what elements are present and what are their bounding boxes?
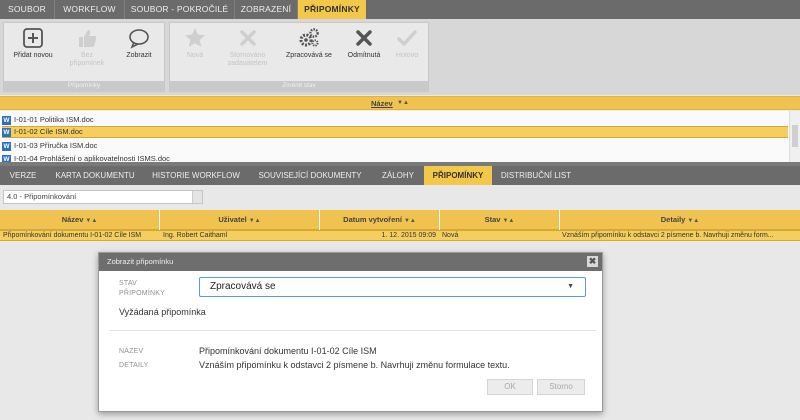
tab-pripominky[interactable]: PŘIPOMÍNKY [298,0,366,19]
state-cancelled-button[interactable]: Stornováno zadavatelem [220,27,275,68]
cell-datum: 1. 12. 2015 09:09 [381,232,437,239]
state-cancelled-label: Stornováno zadavatelem [227,52,268,67]
version-select-button[interactable] [192,191,202,203]
thumbs-up-icon [79,30,97,47]
table-row[interactable]: Připomínkování dokumentu I-01-02 Cíle IS… [0,230,800,241]
tab-zobrazeni[interactable]: ZOBRAZENÍ [235,0,298,19]
comments-grid-header: Název ▼▲ Uživatel ▼▲ Datum vytvoření ▼▲ Sta… [0,210,800,230]
state-select-value: Zpracovává se [210,281,276,292]
speech-bubble-icon [129,29,149,49]
x-icon [356,30,372,46]
ok-button[interactable]: OK [487,379,533,395]
ribbon: Přidat novou Bez připomínek Zobrazit Při… [0,19,800,95]
tab-pripominky-detail[interactable]: PŘIPOMÍNKY [424,166,492,185]
sort-arrows-icon[interactable]: ▼▲ [397,97,409,110]
sort-arrows-icon[interactable]: ▼▲ [249,218,261,224]
state-rejected-label: Odmítnutá [347,52,381,59]
tab-distribucni-list[interactable]: DISTRIBUČNÍ LIST [492,166,580,185]
tab-historie-workflow[interactable]: HISTORIE WORKFLOW [144,166,248,185]
star-icon [185,28,205,47]
state-done-label: Hotovo [395,52,419,59]
state-rejected-button[interactable]: Odmítnutá [342,27,386,60]
show-comment-button[interactable]: Zobrazit [116,27,162,60]
ribbon-group-change-state: Nová Stornováno zadavatelem Zpracovává s… [169,22,429,92]
tab-workflow[interactable]: WORKFLOW [55,0,125,19]
tab-zalohy[interactable]: ZÁLOHY [372,166,424,185]
column-header-datum[interactable]: Datum vytvoření ▼▲ [320,210,440,230]
scrollbar-thumb[interactable] [792,125,798,147]
plus-square-icon [23,28,43,48]
ribbon-tab-bar: SOUBOR WORKFLOW SOUBOR - POKROČILÉ ZOBRA… [0,0,800,19]
details-value: Vznáším připomínku k odstavci 2 písmene … [199,360,510,370]
state-new-button[interactable]: Nová [174,27,216,60]
show-comment-label: Zobrazit [126,52,152,59]
state-select[interactable]: Zpracovává se ▼ [199,277,586,297]
word-document-icon: W [2,115,11,125]
column-header-nazev[interactable]: Název ▼▲ [0,210,160,230]
add-comment-label: Přidat novou [13,52,53,59]
list-item[interactable]: W I-01-02 Cíle ISM.doc [2,126,788,138]
x-icon [239,30,256,46]
sort-arrows-icon[interactable]: ▼▲ [85,218,97,224]
column-header-uzivatel[interactable]: Uživatel ▼▲ [160,210,320,230]
cell-detaily: Vznáším připomínku k odstavci 2 písmene … [562,232,774,239]
ribbon-group-caption: Změnit stav [170,81,428,91]
tab-verze[interactable]: VERZE [0,166,46,185]
comment-label: PŘIPOMÍNKY [119,290,165,297]
state-done-button[interactable]: Hotovo [388,27,426,60]
sort-arrows-icon[interactable]: ▼▲ [687,218,699,224]
cell-nazev: Připomínkování dokumentu I-01-02 Cíle IS… [3,232,142,239]
list-item[interactable]: W I-01-01 Politika ISM.doc [2,114,788,126]
cancel-button[interactable]: Storno [537,379,585,395]
word-document-icon: W [2,141,11,151]
detail-tab-bar: VERZE KARTA DOKUMENTU HISTORIE WORKFLOW … [0,166,800,185]
requested-comment-text: Vyžádaná připomínka [119,307,206,317]
column-header-detaily[interactable]: Detaily ▼▲ [560,210,800,230]
document-name: I-01-01 Politika ISM.doc [14,115,94,124]
version-select[interactable]: 4.0 - Připomínkování [3,190,203,204]
state-processing-button[interactable]: Zpracovává se [280,27,338,60]
column-header-stav[interactable]: Stav ▼▲ [440,210,560,230]
sort-arrows-icon[interactable]: ▼▲ [404,218,416,224]
name-label: NÁZEV [119,348,144,355]
tab-soubor-pokrocile[interactable]: SOUBOR - POKROČILÉ [125,0,235,19]
check-icon [397,30,417,46]
name-value: Připomínkování dokumentu I-01-02 Cíle IS… [199,346,377,356]
version-select-value: 4.0 - Připomínkování [7,192,77,201]
comment-dialog: Zobrazit připomínku ✖ STAV PŘIPOMÍNKY Zp… [98,252,603,412]
list-item[interactable]: W I-01-04 Prohlášení o aplikovatelnosti I… [2,153,788,162]
add-comment-button[interactable]: Přidat novou [8,27,58,60]
word-document-icon: W [2,127,11,137]
sort-arrows-icon[interactable]: ▼▲ [502,218,514,224]
document-name: I-01-02 Cíle ISM.doc [14,127,83,136]
tab-soubor[interactable]: SOUBOR [0,0,55,19]
column-header-nazev[interactable]: Název [371,97,393,110]
ribbon-group-caption: Připomínky [4,81,164,91]
dialog-title: Zobrazit připomínku [99,253,602,271]
gears-icon [299,28,319,47]
details-label: DETAILY [119,362,149,369]
no-comments-label: Bez připomínek [69,52,105,67]
caret-down-icon: ▼ [567,283,574,290]
tab-karta-dokumentu[interactable]: KARTA DOKUMENTU [46,166,144,185]
document-list: W I-01-01 Politika ISM.doc W I-01-02 Cíle … [0,111,800,162]
close-icon[interactable]: ✖ [587,256,598,267]
cell-uzivatel: Ing. Robert Caithaml [163,232,228,239]
state-processing-label: Zpracovává se [286,52,332,59]
state-new-label: Nová [186,52,204,59]
state-label: STAV [119,280,138,287]
doc-list-scrollbar[interactable] [789,111,800,162]
word-document-icon: W [2,154,11,162]
no-comments-button[interactable]: Bez připomínek [64,27,110,68]
ribbon-group-pripominky: Přidat novou Bez připomínek Zobrazit Při… [3,22,165,92]
cell-stav: Nová [442,232,459,239]
document-name: I-01-03 Příručka ISM.doc [14,141,98,150]
dialog-divider [109,330,596,331]
tab-souvisejici-dokumenty[interactable]: SOUVISEJÍCÍ DOKUMENTY [248,166,372,185]
document-name: I-01-04 Prohlášení o aplikovatelnosti IS… [14,154,170,162]
doc-list-header[interactable]: Název ▼▲ [0,96,800,110]
list-item[interactable]: W I-01-03 Příručka ISM.doc [2,140,788,152]
